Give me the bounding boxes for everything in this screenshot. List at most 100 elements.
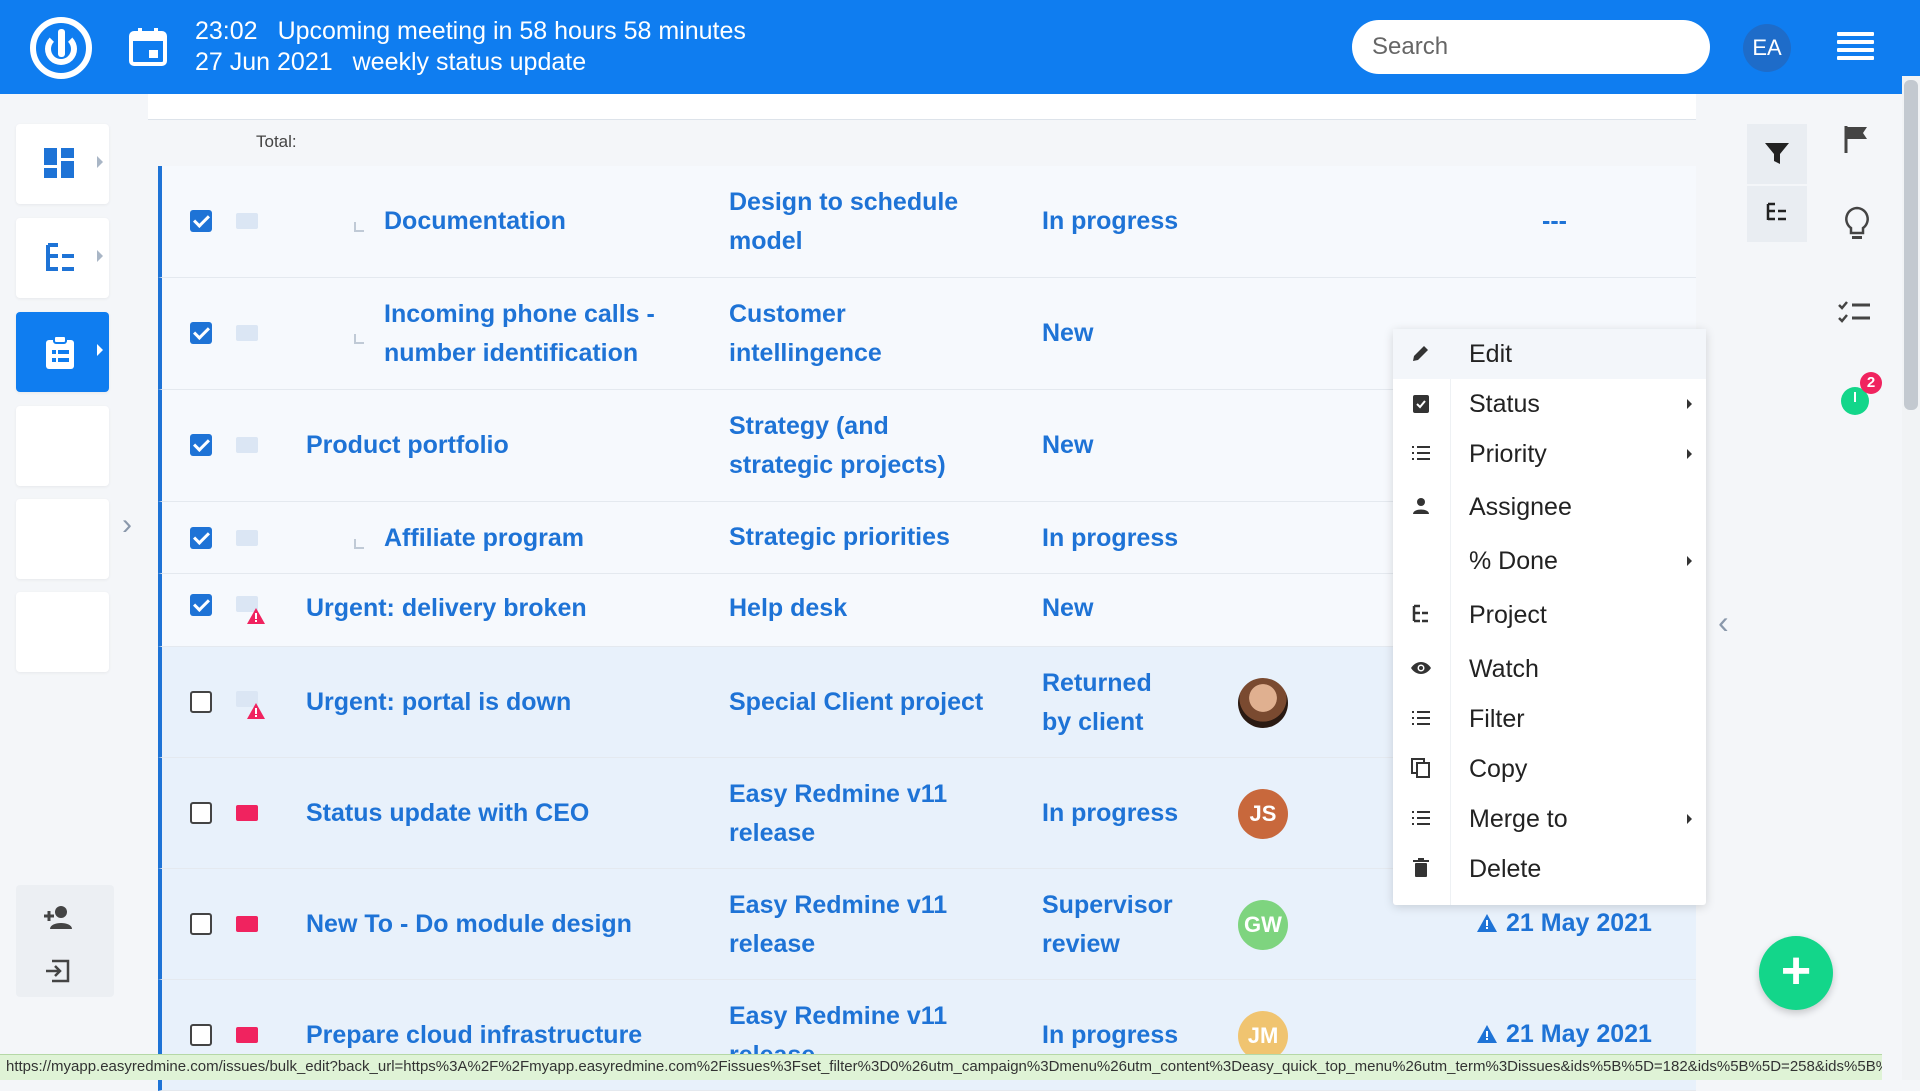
sidebar-bottom-panel	[16, 885, 114, 997]
issue-subject-link[interactable]: Status update with CEO	[306, 794, 589, 833]
assignee-avatar-photo[interactable]	[1238, 678, 1288, 728]
clipboard-check-icon	[1413, 395, 1429, 413]
issue-project-link[interactable]: Customer intellingence	[729, 295, 989, 373]
chevron-right-icon	[97, 344, 103, 356]
menu-item-label: Edit	[1469, 340, 1513, 368]
sidebar-empty-slot[interactable]	[16, 592, 109, 672]
menu-item-project[interactable]: Project	[1393, 590, 1706, 640]
row-checkbox[interactable]	[190, 527, 212, 549]
row-checkbox[interactable]	[190, 434, 212, 456]
checklist-icon[interactable]	[1838, 300, 1872, 326]
calendar-icon[interactable]	[128, 26, 168, 66]
sidebar-empty-slot[interactable]	[16, 406, 109, 486]
app-logo[interactable]	[30, 17, 92, 79]
menu-item-copy[interactable]: Copy	[1393, 744, 1706, 794]
expand-sidebar-chevron-icon[interactable]: ›	[122, 508, 132, 542]
user-avatar[interactable]: EA	[1743, 24, 1791, 72]
menu-item-label: Watch	[1469, 655, 1539, 683]
row-checkbox[interactable]	[190, 1024, 212, 1046]
project-tree-icon	[1412, 604, 1428, 623]
issue-status: Returned by client	[1042, 669, 1152, 736]
person-icon	[1413, 498, 1429, 514]
assignee-avatar[interactable]: JS	[1238, 789, 1288, 839]
comment-flag-icon	[236, 437, 258, 453]
issue-subject-link[interactable]: New To - Do module design	[306, 905, 632, 944]
issue-status: New	[1042, 594, 1094, 622]
logout-icon[interactable]	[44, 959, 70, 983]
menu-item-delete[interactable]: Delete	[1393, 844, 1706, 894]
lightbulb-icon[interactable]	[1843, 206, 1871, 242]
issue-subject-link[interactable]: Urgent: portal is down	[306, 683, 571, 722]
comment-flag-icon	[236, 530, 258, 546]
issue-subject-link[interactable]: Prepare cloud infrastructure	[306, 1016, 642, 1055]
row-checkbox[interactable]	[190, 210, 212, 232]
meeting-countdown: Upcoming meeting in 58 hours 58 minutes	[277, 17, 746, 45]
row-checkbox[interactable]	[190, 802, 212, 824]
menu-item-percent-done[interactable]: % Done	[1393, 536, 1706, 586]
row-checkbox[interactable]	[190, 594, 212, 616]
status-bar-url: https://myapp.easyredmine.com/issues/bul…	[0, 1054, 1882, 1080]
issue-project-link[interactable]: Easy Redmine v11 release	[729, 886, 989, 964]
add-user-icon[interactable]	[42, 905, 74, 929]
row-checkbox[interactable]	[190, 691, 212, 713]
menu-item-edit[interactable]: Edit	[1393, 329, 1706, 379]
issue-subject-link[interactable]: Incoming phone calls - number identifica…	[384, 295, 684, 373]
table-row[interactable]: Documentation Design to schedule model I…	[158, 166, 1696, 278]
list-icon	[1412, 811, 1430, 825]
menu-item-watch[interactable]: Watch	[1393, 644, 1706, 694]
sidebar-projects-button[interactable]	[16, 218, 109, 298]
issue-due-date: 21 May 2021	[1506, 1020, 1652, 1048]
upcoming-meeting-info[interactable]: 23:02 Upcoming meeting in 58 hours 58 min…	[195, 16, 746, 78]
priority-flag-icon	[236, 805, 258, 821]
row-checkbox[interactable]	[190, 322, 212, 344]
due-date-cell: 21 May 2021	[1476, 1020, 1652, 1049]
collapse-panel-chevron-icon[interactable]: ‹	[1718, 604, 1729, 641]
page-scrollbar-thumb[interactable]	[1904, 80, 1918, 410]
issue-project-link[interactable]: Easy Redmine v11 release	[729, 775, 989, 853]
assignee-avatar[interactable]: GW	[1238, 900, 1288, 950]
issue-project-link[interactable]: Special Client project	[729, 683, 999, 722]
issue-status: In progress	[1042, 799, 1179, 827]
priority-flag-icon	[236, 1027, 258, 1043]
issue-subject-link[interactable]: Documentation	[384, 202, 566, 241]
flag-icon[interactable]	[1843, 124, 1871, 154]
issue-project-link[interactable]: Design to schedule model	[729, 183, 989, 261]
issue-subject-link[interactable]: Product portfolio	[306, 426, 509, 465]
add-new-fab-button[interactable]: +	[1759, 936, 1833, 1010]
issue-project-link[interactable]: Strategy (and strategic projects)	[729, 407, 989, 485]
submenu-arrow-icon	[1687, 556, 1692, 566]
menu-item-filter[interactable]: Filter	[1393, 694, 1706, 744]
project-tree-icon	[1766, 202, 1786, 221]
issue-subject-link[interactable]: Urgent: delivery broken	[306, 589, 587, 628]
row-checkbox[interactable]	[190, 913, 212, 935]
due-date-cell: 21 May 2021	[1476, 909, 1652, 938]
menu-item-label: Status	[1469, 390, 1540, 418]
table-header-strip	[148, 94, 1696, 120]
subtask-indent-icon	[354, 334, 364, 344]
issue-project-link[interactable]: Strategic priorities	[729, 518, 989, 557]
tree-view-button[interactable]	[1747, 186, 1807, 242]
menu-item-assignee[interactable]: Assignee	[1393, 482, 1706, 532]
menu-item-label: % Done	[1469, 547, 1558, 575]
menu-item-status[interactable]: Status	[1393, 379, 1706, 429]
copy-icon	[1411, 758, 1430, 778]
issue-status: New	[1042, 431, 1094, 459]
filter-toggle-button[interactable]	[1747, 124, 1807, 184]
filter-icon	[1765, 143, 1789, 164]
menu-item-label: Assignee	[1469, 493, 1572, 521]
dashboard-icon	[44, 148, 74, 178]
hamburger-menu-icon[interactable]	[1837, 32, 1874, 60]
sidebar-tasks-button[interactable]	[16, 312, 109, 392]
list-icon	[1412, 711, 1430, 725]
menu-item-priority[interactable]: Priority	[1393, 429, 1706, 479]
issue-project-link[interactable]: Help desk	[729, 589, 989, 628]
search-input[interactable]	[1352, 20, 1710, 74]
sidebar-dashboard-button[interactable]	[16, 124, 109, 204]
sidebar-empty-slot[interactable]	[16, 499, 109, 579]
logo-bar	[58, 29, 65, 57]
eye-icon	[1411, 662, 1431, 674]
menu-item-merge-to[interactable]: Merge to	[1393, 794, 1706, 844]
issue-status: In progress	[1042, 207, 1179, 235]
issue-subject-link[interactable]: Affiliate program	[384, 519, 584, 558]
list-icon	[1412, 446, 1430, 460]
